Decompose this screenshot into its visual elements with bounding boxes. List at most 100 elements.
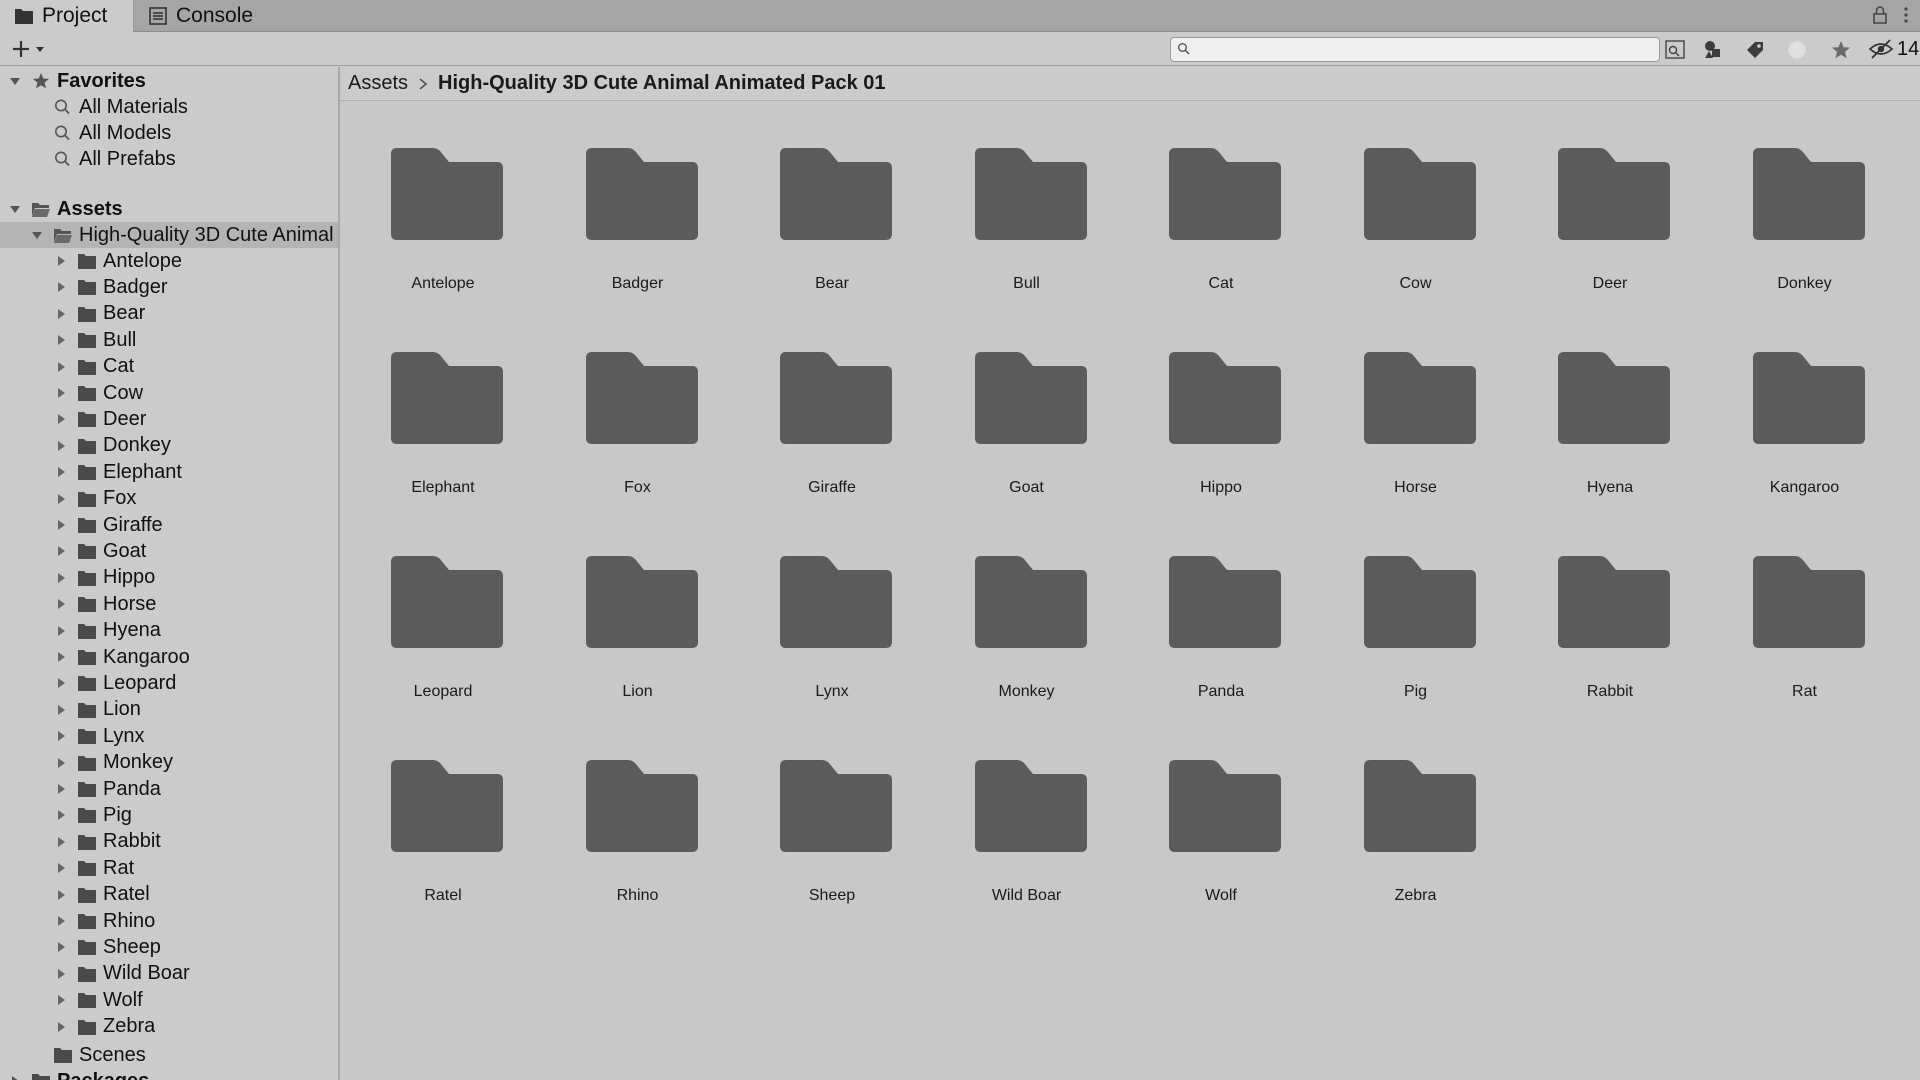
tree-folder-item[interactable]: Cat (0, 354, 338, 380)
tree-folder-item[interactable]: Cow (0, 380, 338, 406)
expand-arrow-right-icon[interactable] (55, 519, 67, 531)
expand-arrow-right-icon[interactable] (55, 994, 67, 1006)
grid-folder-item[interactable]: Cat (1131, 102, 1311, 292)
expand-arrow-right-icon[interactable] (55, 704, 67, 716)
tree-folder-item[interactable]: Wild Boar (0, 961, 338, 987)
expand-arrow-right-icon[interactable] (55, 783, 67, 795)
tree-folder-item[interactable]: Monkey (0, 750, 338, 776)
grid-folder-item[interactable]: Elephant (353, 306, 533, 496)
grid-folder-item[interactable]: Wolf (1131, 714, 1311, 904)
tree-folder-item[interactable]: Lion (0, 697, 338, 723)
tree-folder-item[interactable]: Goat (0, 538, 338, 564)
tree-folder-item[interactable]: Rhino (0, 908, 338, 934)
expand-arrow-right-icon[interactable] (55, 915, 67, 927)
tab-project[interactable]: Project (0, 0, 134, 32)
expand-arrow-right-icon[interactable] (55, 889, 67, 901)
tree-folder-item[interactable]: Elephant (0, 459, 338, 485)
tree-folder-item[interactable]: Sheep (0, 934, 338, 960)
expand-arrow-right-icon[interactable] (55, 255, 67, 267)
expand-arrow-right-icon[interactable] (55, 730, 67, 742)
expand-arrow-right-icon[interactable] (55, 625, 67, 637)
tree-folder-item[interactable]: Antelope (0, 248, 338, 274)
expand-arrow-right-icon[interactable] (55, 757, 67, 769)
tree-folder-item[interactable]: Bear (0, 301, 338, 327)
grid-folder-item[interactable]: Rhino (548, 714, 728, 904)
expand-arrow-right-icon[interactable] (55, 281, 67, 293)
expand-arrow-right-icon[interactable] (55, 941, 67, 953)
expand-arrow-right-icon[interactable] (55, 413, 67, 425)
tree-folder-item[interactable]: Fox (0, 486, 338, 512)
kebab-menu-icon[interactable] (1898, 4, 1914, 26)
expand-arrow-right-icon[interactable] (55, 572, 67, 584)
expand-arrow-down-icon[interactable] (9, 203, 21, 215)
tree-folder-item[interactable]: Horse (0, 591, 338, 617)
expand-arrow-right-icon[interactable] (55, 466, 67, 478)
grid-folder-item[interactable]: Hyena (1520, 306, 1700, 496)
expand-arrow-right-icon[interactable] (55, 968, 67, 980)
tree-favorite-item[interactable]: All Prefabs (0, 146, 338, 172)
breadcrumb-current[interactable]: High-Quality 3D Cute Animal Animated Pac… (438, 72, 886, 95)
grid-folder-item[interactable]: Badger (548, 102, 728, 292)
expand-arrow-right-icon[interactable] (55, 361, 67, 373)
expand-arrow-right-icon[interactable] (55, 862, 67, 874)
tree-folder-item[interactable]: Zebra (0, 1014, 338, 1040)
expand-arrow-right-icon[interactable] (55, 308, 67, 320)
tree-folder-item[interactable]: Donkey (0, 433, 338, 459)
grid-folder-item[interactable]: Sheep (742, 714, 922, 904)
grid-folder-item[interactable]: Cow (1326, 102, 1506, 292)
grid-folder-item[interactable]: Lion (548, 510, 728, 700)
grid-folder-item[interactable]: Horse (1326, 306, 1506, 496)
expand-arrow-right-icon[interactable] (9, 1075, 21, 1080)
filter-by-label-button[interactable] (1738, 37, 1772, 62)
grid-folder-item[interactable]: Pig (1326, 510, 1506, 700)
create-button[interactable] (10, 36, 46, 62)
expand-arrow-right-icon[interactable] (55, 334, 67, 346)
grid-folder-item[interactable]: Panda (1131, 510, 1311, 700)
expand-arrow-right-icon[interactable] (55, 493, 67, 505)
grid-folder-item[interactable]: Ratel (353, 714, 533, 904)
grid-folder-item[interactable]: Bull (937, 102, 1117, 292)
grid-folder-item[interactable]: Zebra (1326, 714, 1506, 904)
tree-packages[interactable]: Packages (0, 1068, 338, 1080)
filter-by-type-button[interactable] (1696, 37, 1730, 62)
expand-arrow-right-icon[interactable] (55, 836, 67, 848)
search-by-type-icon[interactable] (1662, 37, 1688, 62)
tree-folder-item[interactable]: Pig (0, 802, 338, 828)
tree-favorites[interactable]: Favorites (0, 68, 338, 94)
grid-folder-item[interactable]: Deer (1520, 102, 1700, 292)
tree-folder-item[interactable]: Badger (0, 274, 338, 300)
tree-folder-item[interactable]: Leopard (0, 670, 338, 696)
expand-arrow-down-icon[interactable] (31, 229, 43, 241)
expand-arrow-down-icon[interactable] (9, 75, 21, 87)
tree-favorite-item[interactable]: All Materials (0, 94, 338, 120)
lock-icon[interactable] (1872, 4, 1888, 26)
expand-arrow-right-icon[interactable] (55, 1021, 67, 1033)
expand-arrow-right-icon[interactable] (55, 545, 67, 557)
grid-folder-item[interactable]: Wild Boar (937, 714, 1117, 904)
breadcrumb-assets[interactable]: Assets (348, 72, 408, 95)
tree-favorite-item[interactable]: All Models (0, 120, 338, 146)
tree-folder-item[interactable]: Giraffe (0, 512, 338, 538)
favorites-button[interactable] (1824, 37, 1858, 62)
tree-folder-item[interactable]: Rabbit (0, 829, 338, 855)
grid-folder-item[interactable]: Rabbit (1520, 510, 1700, 700)
hidden-packages-toggle[interactable]: 14 (1868, 36, 1919, 62)
tree-folder-item[interactable]: Wolf (0, 987, 338, 1013)
tree-folder-item[interactable]: Hippo (0, 565, 338, 591)
search-field[interactable] (1170, 37, 1660, 62)
tree-scenes[interactable]: Scenes (0, 1042, 338, 1068)
grid-folder-item[interactable]: Monkey (937, 510, 1117, 700)
tree-folder-item[interactable]: Kangaroo (0, 644, 338, 670)
tab-console[interactable]: Console (134, 0, 294, 32)
tree-folder-item[interactable]: Panda (0, 776, 338, 802)
grid-folder-item[interactable]: Leopard (353, 510, 533, 700)
expand-arrow-right-icon[interactable] (55, 651, 67, 663)
expand-arrow-right-icon[interactable] (55, 387, 67, 399)
tree-pack-folder[interactable]: High-Quality 3D Cute Animal Animated Pac… (0, 222, 338, 248)
tree-folder-item[interactable]: Bull (0, 327, 338, 353)
grid-folder-item[interactable]: Goat (937, 306, 1117, 496)
grid-folder-item[interactable]: Antelope (353, 102, 533, 292)
expand-arrow-right-icon[interactable] (55, 440, 67, 452)
search-input[interactable] (1195, 40, 1625, 59)
grid-folder-item[interactable]: Kangaroo (1715, 306, 1895, 496)
